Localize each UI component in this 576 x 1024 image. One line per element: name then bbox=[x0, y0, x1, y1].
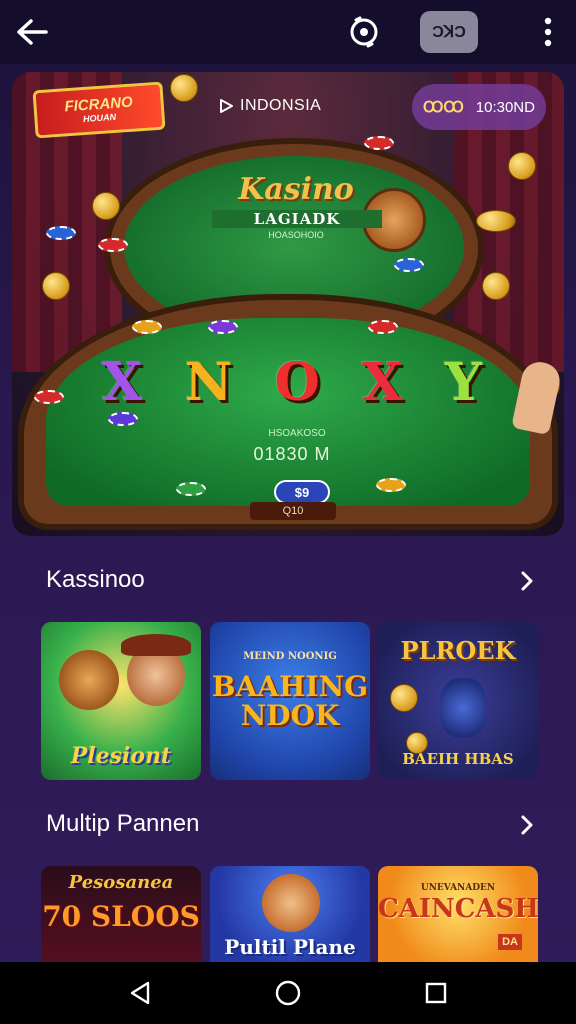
poker-chip bbox=[368, 320, 398, 334]
back-button[interactable] bbox=[12, 14, 52, 50]
bonus-letter: N bbox=[184, 351, 233, 413]
circle-home-icon bbox=[275, 980, 301, 1006]
bonus-letter: Y bbox=[444, 351, 482, 413]
bonus-letter: X bbox=[362, 351, 403, 413]
region-label: INDONSIA bbox=[218, 94, 321, 118]
gold-coin bbox=[92, 192, 120, 220]
poker-chip bbox=[376, 478, 406, 492]
game-tile[interactable]: PLROEK BAEIH HBAS bbox=[378, 622, 538, 780]
camera-switch-button[interactable] bbox=[344, 12, 384, 52]
camera-rotate-icon bbox=[350, 16, 378, 48]
game-tile[interactable]: Plesiont bbox=[41, 622, 201, 780]
game-tile-title: PLROEK bbox=[400, 636, 516, 665]
section-more-button[interactable] bbox=[512, 810, 542, 840]
more-vertical-icon bbox=[544, 17, 552, 47]
section-title-kassinoo: Kassinoo bbox=[46, 566, 145, 593]
game-tile-title: Pesosanea bbox=[68, 872, 174, 893]
game-tile-title: Pultil Plane bbox=[224, 935, 356, 959]
nav-recents-button[interactable] bbox=[416, 976, 456, 1010]
profile-badge-button[interactable]: ƆꓘƆ bbox=[420, 11, 478, 53]
link-icon: ꝎꝎ bbox=[423, 99, 464, 116]
poker-chip bbox=[46, 226, 76, 240]
game-tile-badge: DA bbox=[498, 934, 522, 950]
table-code: HOASOHOIO bbox=[268, 230, 324, 240]
arrow-left-icon bbox=[17, 19, 48, 45]
cowboy-hat-image bbox=[121, 634, 191, 656]
game-tile[interactable]: MEIND NOONIG BAAHING NDOK bbox=[210, 622, 370, 780]
game-tile-title: BAAHING NDOK bbox=[211, 669, 369, 732]
triangle-back-icon bbox=[130, 981, 150, 1005]
bonus-letter: O bbox=[274, 351, 320, 413]
timer-pill[interactable]: ꝎꝎ 10:30ND bbox=[412, 84, 546, 130]
game-tile-title: Plesiont bbox=[70, 742, 172, 769]
bet-label: HSOAKOSO bbox=[268, 428, 326, 439]
chevron-right-icon bbox=[521, 815, 533, 835]
poker-chip bbox=[176, 482, 206, 496]
top-app-bar: ƆꓘƆ bbox=[0, 0, 576, 64]
game-tile[interactable]: Pesosanea 70 SLOOS bbox=[41, 866, 201, 962]
timer-text: 10:30ND bbox=[475, 98, 535, 116]
gold-coin bbox=[482, 272, 510, 300]
game-tile[interactable]: Pultil Plane bbox=[210, 866, 370, 962]
bonus-letter: X bbox=[102, 351, 143, 413]
section-more-button[interactable] bbox=[512, 566, 542, 596]
game-tile-title: CAINCASH bbox=[378, 894, 538, 924]
poker-chip bbox=[208, 320, 238, 334]
poker-chip bbox=[34, 390, 64, 404]
chip-value-badge: $9 bbox=[274, 480, 330, 504]
region-text: INDONSIA bbox=[240, 97, 322, 114]
game-tile-toptext: UNEVANADEN bbox=[420, 883, 496, 893]
bet-value: 01830 M bbox=[253, 444, 331, 464]
play-icon bbox=[220, 99, 233, 113]
game-tile-bottomtext: BAEIH HBAS bbox=[402, 750, 514, 769]
gold-coin bbox=[476, 210, 516, 232]
chevron-right-icon bbox=[521, 571, 533, 591]
poker-chip bbox=[394, 258, 424, 272]
gold-coin bbox=[390, 684, 418, 712]
nav-back-button[interactable] bbox=[120, 976, 160, 1010]
bonus-letters: X N O X Y bbox=[102, 347, 482, 417]
hero-banner[interactable]: FICRANO HOUAN INDONSIA ꝎꝎ 10:30ND Kasino… bbox=[12, 72, 564, 536]
brand-logo: FICRANO HOUAN bbox=[32, 81, 166, 139]
poker-chip bbox=[132, 320, 162, 334]
section-title-multip-pannen: Multip Pannen bbox=[46, 810, 200, 837]
table-bottom-code: Q10 bbox=[250, 502, 336, 520]
game-tile-subtitle: 70 SLOOS bbox=[42, 900, 200, 933]
miner-character-image bbox=[440, 678, 486, 738]
poker-chip bbox=[364, 136, 394, 150]
brand-subtitle: HOUAN bbox=[82, 111, 117, 125]
poker-chip bbox=[98, 238, 128, 252]
dog-character-image bbox=[262, 874, 320, 932]
brand-title: FICRANO bbox=[63, 93, 134, 116]
square-recents-icon bbox=[425, 982, 447, 1004]
game-tile[interactable]: UNEVANADEN CAINCASH DA bbox=[378, 866, 538, 962]
nav-home-button[interactable] bbox=[268, 976, 308, 1010]
gold-coin bbox=[170, 74, 198, 102]
more-options-button[interactable] bbox=[532, 14, 564, 50]
gold-coin bbox=[42, 272, 70, 300]
table-title: Kasino bbox=[238, 172, 354, 207]
gold-coin bbox=[508, 152, 536, 180]
table-subtitle: LAGIADK bbox=[212, 210, 382, 228]
game-tile-toptext: MEIND NOONIG bbox=[243, 651, 337, 662]
system-navigation-bar bbox=[0, 962, 576, 1024]
lion-character-image bbox=[59, 650, 119, 710]
